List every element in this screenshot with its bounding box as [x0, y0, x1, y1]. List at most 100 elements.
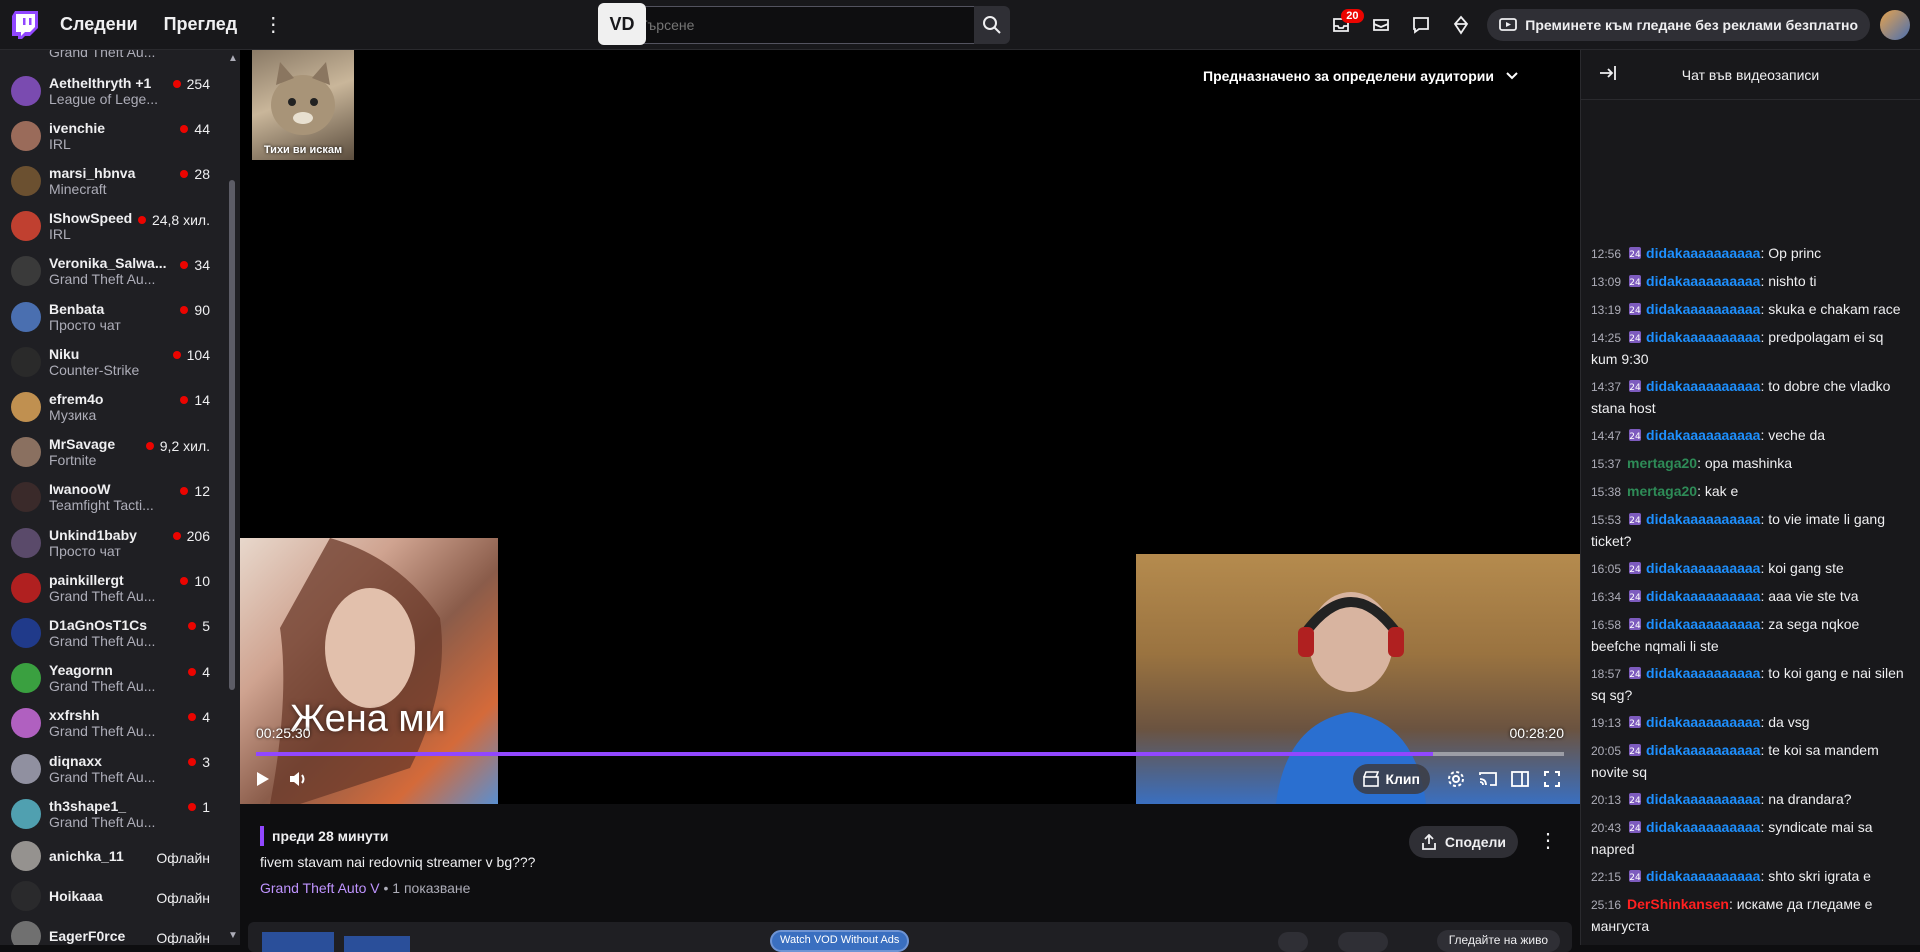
chat-username[interactable]: didakaaaaaaaaaa	[1646, 714, 1760, 730]
nav-browse[interactable]: Преглед	[164, 14, 238, 35]
sidebar-channel-offline[interactable]: EagerF0rce Офлайн	[0, 916, 230, 945]
crown-button[interactable]	[1441, 5, 1481, 45]
heart-icon[interactable]	[1278, 932, 1308, 952]
chat-username[interactable]: didakaaaaaaaaaa	[1646, 427, 1760, 443]
player-controls-left	[256, 770, 326, 791]
chat-username[interactable]: didakaaaaaaaaaa	[1646, 819, 1760, 835]
chat-username[interactable]: DerShinkansen	[1627, 896, 1729, 912]
channel-category: League of Lege...	[49, 90, 158, 107]
chat-username[interactable]: didakaaaaaaaaaa	[1646, 329, 1760, 345]
sidebar-channel[interactable]: Unkind1baby Просто чат 206	[0, 520, 230, 565]
chat-username[interactable]: didakaaaaaaaaaa	[1646, 791, 1760, 807]
sidebar-channel[interactable]: IShowSpeed IRL 24,8 хил.	[0, 204, 230, 249]
chat-username[interactable]: didakaaaaaaaaaa	[1646, 616, 1760, 632]
game-link[interactable]: Grand Theft Auto V	[260, 880, 380, 896]
cast-button[interactable]	[1472, 764, 1504, 794]
offline-status: Офлайн	[156, 930, 210, 945]
chat-username[interactable]: didakaaaaaaaaaa	[1646, 868, 1760, 884]
chat-username[interactable]: didakaaaaaaaaaa	[1646, 665, 1760, 681]
chat-message: 13:09 24 didakaaaaaaaaaa: nishto ti	[1581, 268, 1920, 296]
message-timestamp: 20:05	[1591, 744, 1622, 758]
sidebar-channel-offline[interactable]: Hoikaaa Офлайн	[0, 876, 230, 916]
sidebar-channel[interactable]: efrem4o Музика 14	[0, 384, 230, 429]
chat-username[interactable]: mertaga20	[1627, 455, 1697, 471]
audience-dropdown[interactable]: Предназначено за определени аудитории	[1203, 68, 1518, 84]
nav-following[interactable]: Следени	[60, 14, 138, 35]
chat-message: 25:16 DerShinkansen: искаме да гледаме е …	[1581, 891, 1920, 940]
clip-button[interactable]: Клип	[1353, 764, 1430, 794]
sidebar-scroll-up-icon[interactable]: ▲	[228, 53, 238, 64]
chat-username[interactable]: didakaaaaaaaaaa	[1646, 273, 1760, 289]
channel-text: diqnaxx Grand Theft Au...	[49, 753, 174, 785]
play-button[interactable]	[256, 771, 270, 790]
collapse-chat-icon[interactable]	[1599, 65, 1617, 81]
watch-live-button[interactable]: Гледайте на живо	[1436, 930, 1560, 952]
watch-vod-button[interactable]: Watch VOD Without Ads	[770, 930, 910, 952]
chat-text: : nishto ti	[1760, 273, 1817, 289]
sidebar-channel[interactable]: xxfrshh Grand Theft Au... 4	[0, 701, 230, 746]
svg-text:24: 24	[1629, 250, 1641, 260]
chat-username[interactable]: didakaaaaaaaaaa	[1646, 511, 1760, 527]
sidebar-channel[interactable]: D1aGnOsT1Cs Grand Theft Au... 5	[0, 610, 230, 655]
theatre-mode-button[interactable]	[1504, 764, 1536, 794]
whispers-button[interactable]	[1361, 5, 1401, 45]
fullscreen-button[interactable]	[1536, 764, 1568, 794]
chat-message: 16:34 24 didakaaaaaaaaaa: aaa vie ste tva	[1581, 583, 1920, 611]
channel-avatar	[11, 708, 41, 739]
live-dot-icon	[180, 306, 189, 314]
sidebar-scrollbar[interactable]	[229, 180, 235, 690]
channel-text: Veronika_Salwa... Grand Theft Au...	[49, 255, 174, 287]
sidebar-channel[interactable]: IwanooW Teamfight Tacti... 12	[0, 475, 230, 520]
sidebar-scroll-down-icon[interactable]: ▼	[228, 930, 238, 941]
ad-free-button[interactable]: Преминете към гледане без реклами безпла…	[1487, 9, 1870, 41]
sidebar-channel[interactable]: diqnaxx Grand Theft Au... 3	[0, 746, 230, 791]
offline-status: Офлайн	[156, 890, 210, 907]
twitch-logo-icon[interactable]	[12, 10, 38, 39]
viewer-count-value: 254	[186, 76, 210, 92]
more-options-icon[interactable]: ⋮	[263, 12, 283, 37]
chat-username[interactable]: mertaga20	[1627, 483, 1697, 499]
sidebar-channel[interactable]: Yeagornn Grand Theft Au... 4	[0, 656, 230, 701]
share-button[interactable]: Сподели	[1408, 826, 1518, 858]
channel-text: efrem4o Музика	[49, 391, 174, 423]
share-label: Сподели	[1444, 834, 1506, 850]
extension-badge[interactable]: VD	[598, 3, 646, 45]
video-player[interactable]: Тихи ви искам Предназначено за определен…	[240, 50, 1580, 804]
viewer-count: 10	[180, 573, 210, 589]
sidebar-channel[interactable]: painkillergt Grand Theft Au... 10	[0, 565, 230, 610]
message-timestamp: 16:34	[1591, 590, 1622, 604]
sidebar-channel-offline[interactable]: anichka_11 Офлайн	[0, 836, 230, 876]
sidebar-channel[interactable]: MrSavage Fortnite 9,2 хил.	[0, 430, 230, 475]
seek-bar[interactable]	[256, 752, 1564, 756]
viewer-count: 90	[180, 302, 210, 318]
channel-name: efrem4o	[49, 390, 104, 407]
chat-username[interactable]: didakaaaaaaaaaa	[1646, 588, 1760, 604]
message-timestamp: 25:16	[1591, 898, 1622, 912]
video-more-options-icon[interactable]: ⋮	[1538, 828, 1558, 853]
volume-button[interactable]	[288, 770, 308, 791]
chat-username[interactable]: didakaaaaaaaaaa	[1646, 245, 1760, 261]
sidebar-channel[interactable]: Aethelthryth +1 League of Lege... 254	[0, 68, 230, 113]
sidebar-channel[interactable]: Veronika_Salwa... Grand Theft Au... 34	[0, 249, 230, 294]
sidebar-channel[interactable]: Niku Counter-Strike 104	[0, 339, 230, 384]
sidebar-channel[interactable]: marsi_hbnva Minecraft 28	[0, 158, 230, 203]
chat-username[interactable]: didakaaaaaaaaaa	[1646, 301, 1760, 317]
chat-bubble-button[interactable]	[1401, 5, 1441, 45]
chat-text: : veche da	[1760, 427, 1826, 443]
sub-badge-icon: 24	[1629, 331, 1642, 344]
search-input[interactable]	[598, 6, 974, 44]
viewer-count-value: 9,2 хил.	[159, 437, 210, 454]
settings-button[interactable]	[1440, 764, 1472, 794]
sidebar-channel[interactable]: Benbata Просто чат 90	[0, 294, 230, 339]
svg-text:24: 24	[1629, 747, 1641, 757]
sub-badge-icon: 24	[1629, 303, 1642, 316]
sidebar-channel[interactable]: ivenchie IRL 44	[0, 113, 230, 158]
sidebar-channel[interactable]: th3shape1_ Grand Theft Au... 1	[0, 791, 230, 836]
chat-username[interactable]: didakaaaaaaaaaa	[1646, 742, 1760, 758]
notifications-button[interactable]: 20	[1321, 5, 1364, 45]
chat-username[interactable]: didakaaaaaaaaaa	[1646, 378, 1760, 394]
user-avatar[interactable]	[1880, 10, 1910, 40]
search-button[interactable]	[974, 6, 1010, 44]
chat-username[interactable]: didakaaaaaaaaaa	[1646, 560, 1760, 576]
gift-icon[interactable]	[1338, 932, 1388, 952]
